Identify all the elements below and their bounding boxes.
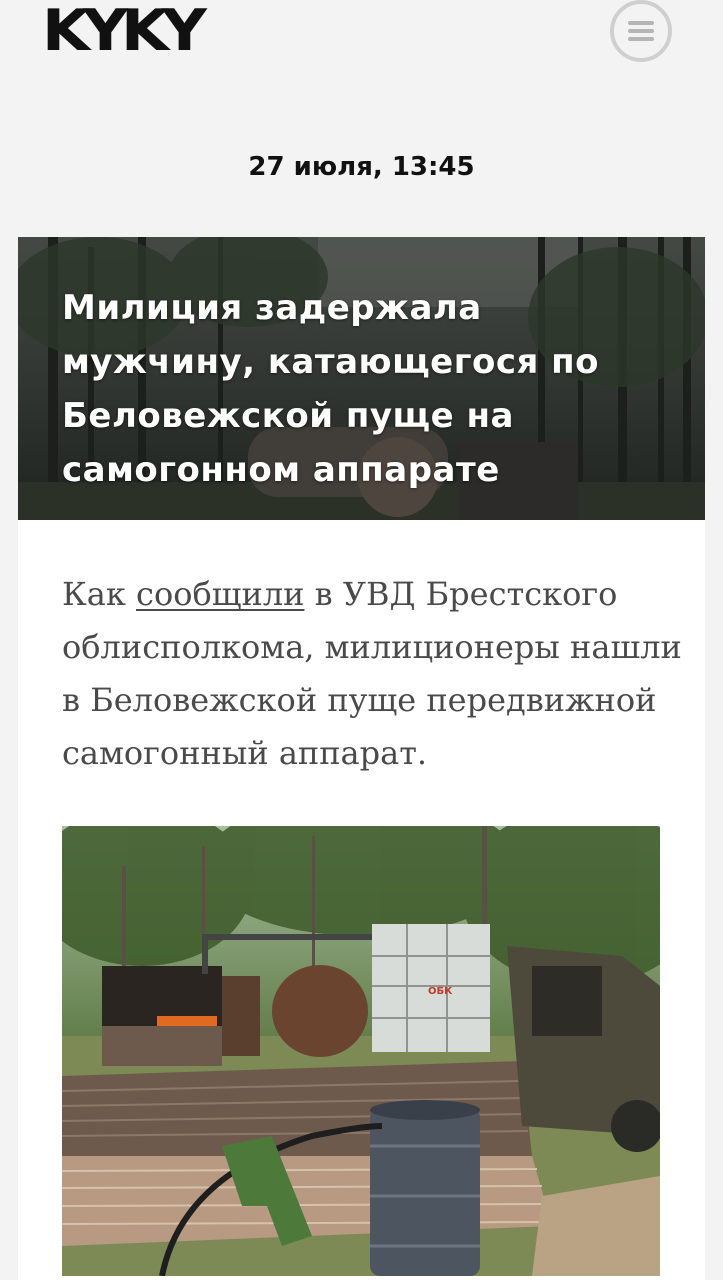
container-label: ОБК (428, 986, 453, 997)
article-lead: Как сообщили в УВД Брестского облисполко… (62, 568, 682, 780)
page: KYKY 27 июля, 13:45 Милиция задержала му… (0, 0, 723, 1280)
article-title: Милиция задержала мужчину, катающегося п… (62, 288, 600, 490)
article-body: Как сообщили в УВД Брестского облисполко… (18, 520, 705, 1280)
lead-text-start: Как (62, 575, 137, 613)
hamburger-menu-icon (628, 21, 654, 41)
header: KYKY (0, 0, 723, 110)
article-photo[interactable]: ОБК (62, 826, 660, 1276)
source-link[interactable]: сообщили (136, 575, 304, 613)
site-logo[interactable]: KYKY (42, 2, 207, 59)
photo-image: ОБК (62, 826, 660, 1276)
menu-button[interactable] (610, 0, 672, 62)
hero-banner: Милиция задержала мужчину, катающегося п… (18, 237, 705, 520)
article-date: 27 июля, 13:45 (248, 152, 475, 182)
